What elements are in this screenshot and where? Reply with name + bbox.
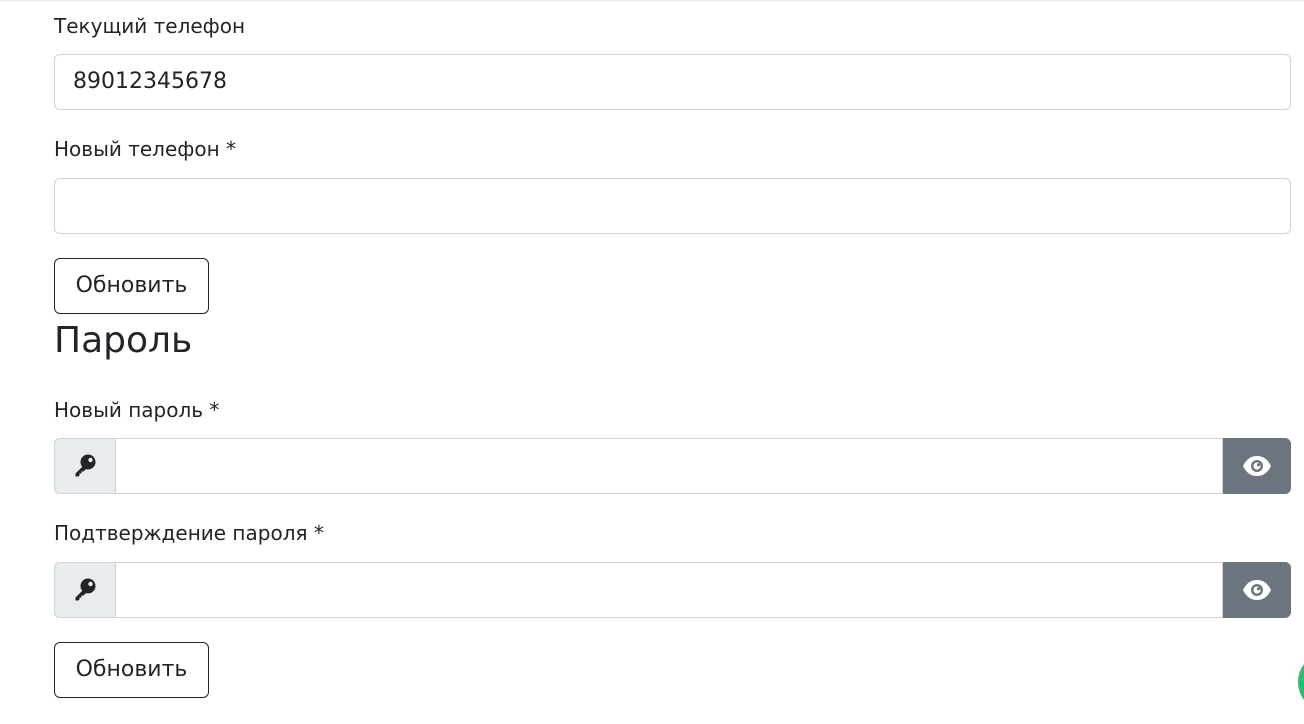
update-phone-button[interactable]: Обновить [54,258,209,314]
show-password-button[interactable] [1223,438,1291,494]
eye-icon [1243,456,1271,476]
new-password-group [54,438,1291,494]
chat-widget-button[interactable] [1298,652,1304,712]
new-password-label: Новый пароль * [54,398,220,422]
profile-settings-page: Текущий телефон 89012345678 Новый телефо… [0,0,1304,724]
confirm-password-group [54,562,1291,618]
key-icon [54,562,115,618]
update-password-button[interactable]: Обновить [54,642,209,698]
eye-icon [1243,580,1271,600]
new-phone-input[interactable] [54,178,1291,234]
confirm-password-input[interactable] [115,562,1223,618]
password-section-title: Пароль [54,320,193,361]
key-icon [54,438,115,494]
confirm-password-label: Подтверждение пароля * [54,521,324,545]
current-phone-field[interactable]: 89012345678 [54,54,1291,110]
new-phone-label: Новый телефон * [54,137,237,161]
show-confirm-password-button[interactable] [1223,562,1291,618]
new-password-input[interactable] [115,438,1223,494]
header-shadow [0,0,1304,3]
current-phone-label: Текущий телефон [54,14,246,38]
